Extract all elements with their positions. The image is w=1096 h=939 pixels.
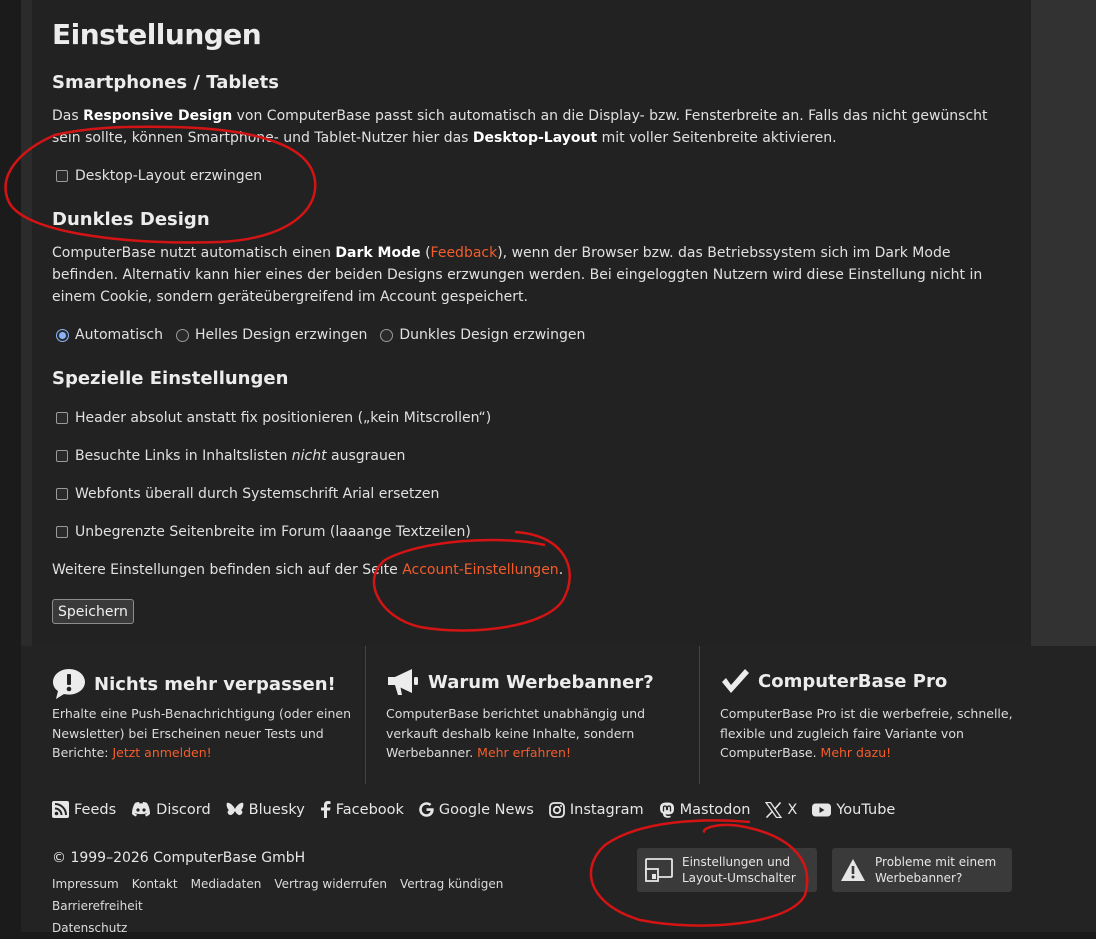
social-instagram[interactable]: Instagram bbox=[548, 801, 644, 818]
newsletter-title: Nichts mehr verpassen! bbox=[52, 668, 336, 700]
settings-panel bbox=[21, 0, 1031, 646]
feedback-link[interactable]: Feedback bbox=[431, 245, 498, 261]
social-feeds[interactable]: Feeds bbox=[52, 801, 116, 818]
ad-problem-button[interactable]: Probleme mit einem Werbebanner? bbox=[832, 848, 1012, 892]
social-links: Feeds Discord Bluesky Facebook Google Ne… bbox=[52, 801, 910, 818]
option-unlimited-width[interactable]: Unbegrenzte Seitenbreite im Forum (laaan… bbox=[56, 524, 471, 540]
option-webfonts[interactable]: Webfonts überall durch Systemschrift Ari… bbox=[56, 486, 439, 502]
checkmark-icon bbox=[722, 669, 749, 693]
desktop-layout-checkbox[interactable] bbox=[56, 170, 68, 182]
section-heading-dark: Dunkles Design bbox=[52, 209, 210, 230]
link-datenschutz[interactable]: Datenschutz bbox=[52, 917, 127, 939]
youtube-icon bbox=[812, 803, 832, 816]
social-x[interactable]: X bbox=[765, 801, 797, 818]
ads-title: Warum Werbebanner? bbox=[386, 668, 654, 696]
webfonts-checkbox[interactable] bbox=[56, 488, 68, 500]
desktop-layout-label: Desktop-Layout erzwingen bbox=[75, 168, 263, 184]
desktop-layout-option[interactable]: Desktop-Layout erzwingen bbox=[56, 168, 262, 184]
save-button[interactable]: Speichern bbox=[52, 599, 134, 624]
link-kuendigen[interactable]: Vertrag kündigen bbox=[400, 873, 503, 895]
footer-divider bbox=[365, 646, 366, 784]
radio-automatic[interactable]: Automatisch bbox=[56, 327, 163, 343]
settings-layout-button[interactable]: Einstellungen und Layout-Umschalter bbox=[637, 848, 817, 892]
mastodon-icon bbox=[659, 802, 674, 818]
ads-text: ComputerBase berichtet unabhängig und ve… bbox=[386, 706, 646, 760]
copyright: © 1999–2026 ComputerBase GmbH bbox=[52, 850, 306, 866]
newsletter-text: Erhalte eine Push-Benachrichtigung (oder… bbox=[52, 706, 351, 760]
rss-icon bbox=[52, 801, 69, 818]
megaphone-icon bbox=[388, 669, 418, 695]
radio-light-label: Helles Design erzwingen bbox=[194, 327, 368, 343]
google-icon bbox=[419, 802, 434, 817]
section-heading-smartphones: Smartphones / Tablets bbox=[52, 72, 279, 93]
pro-link[interactable]: Mehr dazu! bbox=[821, 745, 892, 760]
layout-switch-icon bbox=[645, 858, 673, 882]
visited-links-label: Besuchte Links in Inhaltslisten nicht au… bbox=[75, 448, 406, 464]
page-title: Einstellungen bbox=[52, 18, 262, 51]
option-header-absolute[interactable]: Header absolut anstatt fix positionieren… bbox=[56, 410, 491, 426]
header-absolute-label: Header absolut anstatt fix positionieren… bbox=[75, 410, 492, 426]
more-settings-text: Weitere Einstellungen befinden sich auf … bbox=[52, 562, 564, 578]
radio-light[interactable]: Helles Design erzwingen bbox=[175, 327, 368, 343]
speech-bubble-icon bbox=[53, 669, 85, 699]
option-visited-links[interactable]: Besuchte Links in Inhaltslisten nicht au… bbox=[56, 448, 405, 464]
radio-light-control[interactable] bbox=[175, 328, 189, 342]
link-widerrufen[interactable]: Vertrag widerrufen bbox=[274, 873, 387, 895]
radio-automatic-label: Automatisch bbox=[75, 327, 163, 343]
legal-links: Impressum Kontakt Mediadaten Vertrag widerr… bbox=[52, 873, 612, 939]
social-mastodon[interactable]: Mastodon bbox=[659, 802, 750, 818]
pro-title: ComputerBase Pro bbox=[720, 668, 947, 694]
unlimited-width-label: Unbegrenzte Seitenbreite im Forum (laaan… bbox=[75, 524, 471, 540]
radio-dark[interactable]: Dunkles Design erzwingen bbox=[380, 327, 585, 343]
facebook-icon bbox=[320, 801, 331, 818]
footer-divider bbox=[699, 646, 700, 784]
webfonts-label: Webfonts überall durch Systemschrift Ari… bbox=[75, 486, 440, 502]
link-kontakt[interactable]: Kontakt bbox=[132, 873, 178, 895]
settings-panel-inner bbox=[32, 0, 1031, 646]
radio-dark-label: Dunkles Design erzwingen bbox=[399, 327, 586, 343]
radio-automatic-control[interactable] bbox=[56, 328, 69, 342]
unlimited-width-checkbox[interactable] bbox=[56, 526, 68, 538]
pro-text: ComputerBase Pro ist die werbefreie, sch… bbox=[720, 706, 1013, 760]
visited-links-checkbox[interactable] bbox=[56, 450, 68, 462]
social-google-news[interactable]: Google News bbox=[419, 802, 534, 818]
left-gutter bbox=[0, 0, 21, 932]
ads-link[interactable]: Mehr erfahren! bbox=[477, 745, 571, 760]
social-youtube[interactable]: YouTube bbox=[812, 802, 895, 818]
smartphones-description: Das Responsive Design von ComputerBase p… bbox=[52, 108, 988, 146]
footer: Nichts mehr verpassen! Erhalte eine Push… bbox=[21, 646, 1096, 935]
design-radio-group: Automatisch Helles Design erzwingen Dunk… bbox=[56, 327, 598, 343]
social-facebook[interactable]: Facebook bbox=[320, 801, 404, 818]
right-gutter bbox=[1031, 0, 1096, 646]
instagram-icon bbox=[548, 801, 565, 818]
dark-description: ComputerBase nutzt automatisch einen Dar… bbox=[52, 245, 983, 305]
ad-problem-label: Probleme mit einem Werbebanner? bbox=[875, 855, 997, 885]
x-icon bbox=[765, 801, 783, 818]
link-mediadaten[interactable]: Mediadaten bbox=[191, 873, 262, 895]
radio-dark-control[interactable] bbox=[380, 328, 394, 342]
discord-icon bbox=[132, 802, 151, 817]
social-bluesky[interactable]: Bluesky bbox=[226, 802, 305, 818]
butterfly-icon bbox=[226, 802, 244, 815]
settings-layout-label: Einstellungen und Layout-Umschalter bbox=[682, 855, 796, 885]
warning-icon bbox=[841, 859, 865, 881]
header-absolute-checkbox[interactable] bbox=[56, 412, 68, 424]
link-impressum[interactable]: Impressum bbox=[52, 873, 119, 895]
account-settings-link[interactable]: Account-Einstellungen bbox=[402, 562, 558, 578]
social-discord[interactable]: Discord bbox=[131, 802, 211, 818]
link-barrierefreiheit[interactable]: Barrierefreiheit bbox=[52, 895, 143, 917]
section-heading-special: Spezielle Einstellungen bbox=[52, 368, 289, 389]
newsletter-link[interactable]: Jetzt anmelden! bbox=[112, 745, 211, 760]
